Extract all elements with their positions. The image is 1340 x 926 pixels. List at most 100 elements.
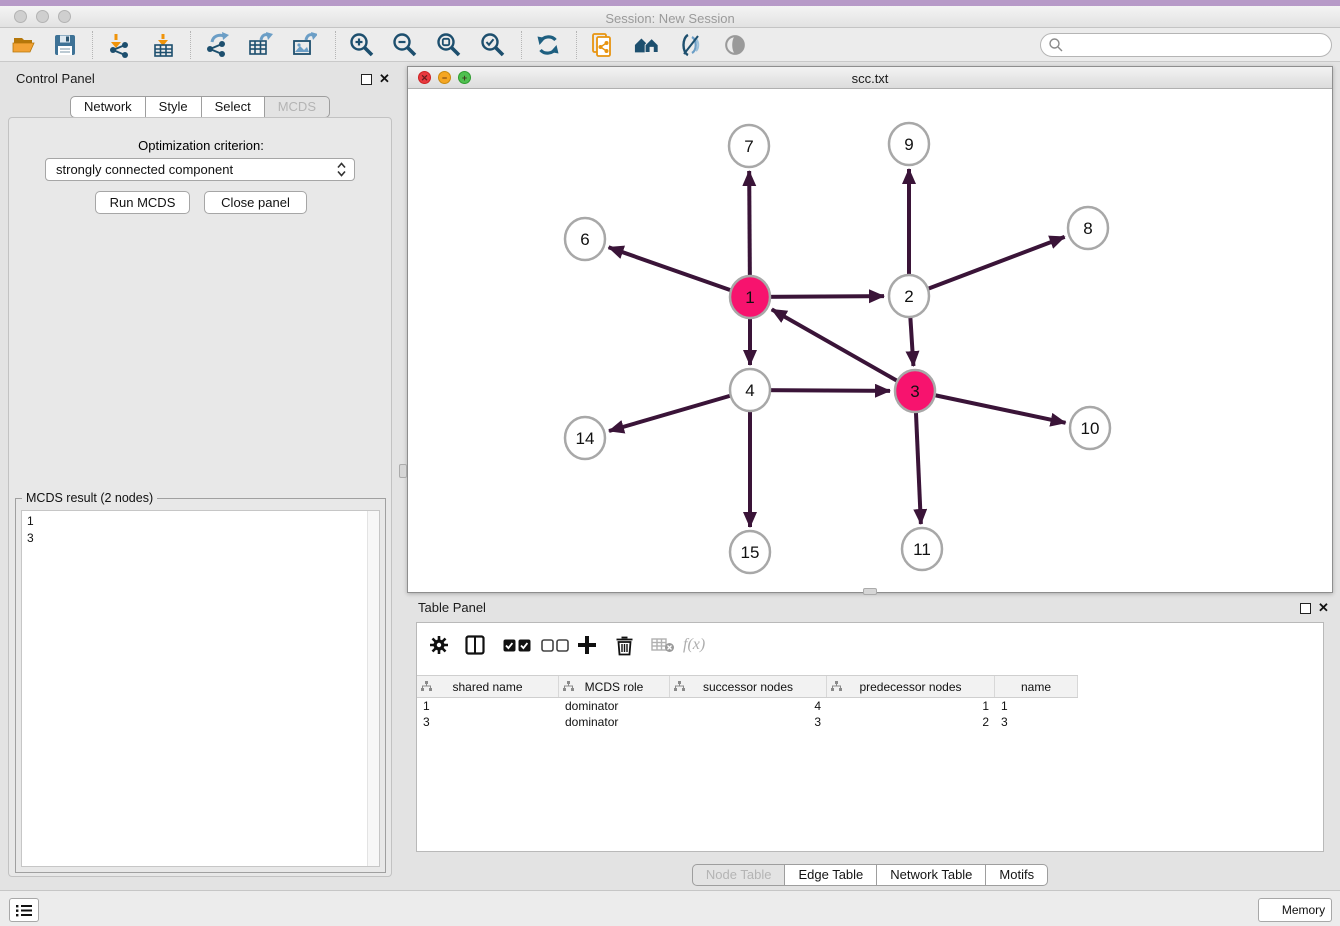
hide-graphics-details-icon[interactable] [678, 32, 704, 58]
table-cell[interactable]: 3 [670, 714, 827, 730]
zoom-in-icon[interactable] [349, 32, 375, 58]
run-mcds-button[interactable]: Run MCDS [95, 191, 190, 214]
memory-button[interactable]: Memory [1258, 898, 1332, 922]
function-builder-icon[interactable]: f(x) [683, 633, 705, 657]
search-icon [1048, 37, 1064, 53]
mcds-result-box: MCDS result (2 nodes) 1 3 [15, 498, 386, 873]
show-column-panel-icon[interactable] [465, 633, 485, 657]
table-cell[interactable]: dominator [559, 714, 670, 730]
table-settings-gear-icon[interactable] [429, 633, 449, 657]
export-image-icon[interactable] [291, 32, 317, 58]
tab-group: NetworkStyleSelectMCDS [70, 96, 330, 118]
select-all-icon[interactable] [503, 633, 531, 657]
open-session-icon[interactable] [11, 32, 37, 58]
edge-4-14[interactable] [609, 390, 750, 431]
table-panel: Table Panel ✕ f(x) shared nameMCDS roles… [407, 596, 1333, 888]
control-panel-title: Control Panel [16, 71, 95, 86]
show-graphics-details-icon[interactable] [722, 32, 748, 58]
node-label-1: 1 [745, 288, 754, 307]
tab-select[interactable]: Select [202, 96, 265, 118]
network-window-titlebar: ✕ − + scc.txt [408, 67, 1332, 89]
zoom-out-icon[interactable] [392, 32, 418, 58]
float-panel-icon[interactable] [361, 74, 372, 85]
column-header-predecessor-nodes[interactable]: predecessor nodes [827, 676, 995, 697]
column-header-MCDS-role[interactable]: MCDS role [559, 676, 670, 697]
node-label-2: 2 [904, 287, 913, 306]
edge-3-1[interactable] [772, 309, 915, 391]
tab-network-table[interactable]: Network Table [877, 864, 986, 886]
hierarchy-icon [563, 681, 574, 695]
network-view-window: ✕ − + scc.txt 7968124314101511 [407, 66, 1333, 593]
criterion-select[interactable]: strongly connected component [45, 158, 355, 181]
close-table-panel-icon[interactable]: ✕ [1318, 602, 1329, 613]
toolbar-separator [521, 31, 522, 59]
tab-mcds[interactable]: MCDS [265, 96, 330, 118]
column-header-name[interactable]: name [995, 676, 1078, 697]
float-table-panel-icon[interactable] [1300, 603, 1311, 614]
task-list-icon [16, 904, 32, 917]
column-header-shared-name[interactable]: shared name [417, 676, 559, 697]
table-cell[interactable]: 1 [995, 698, 1078, 714]
zoom-fit-icon[interactable] [436, 32, 462, 58]
hierarchy-icon [421, 681, 432, 695]
table-panel-tabs: Node TableEdge TableNetwork TableMotifs [407, 864, 1333, 886]
table-cell[interactable]: 1 [417, 698, 559, 714]
search-box[interactable] [1040, 33, 1332, 57]
result-scrollbar[interactable] [367, 511, 379, 866]
zoom-selected-icon[interactable] [480, 32, 506, 58]
optimization-criterion-label: Optimization criterion: [9, 138, 393, 153]
memory-label: Memory [1282, 903, 1325, 917]
tab-node-table[interactable]: Node Table [692, 864, 786, 886]
table-cell[interactable]: dominator [559, 698, 670, 714]
select-stepper-icon [337, 162, 346, 177]
column-label: predecessor nodes [859, 680, 961, 694]
hierarchy-icon [831, 681, 842, 695]
edge-2-8[interactable] [909, 237, 1065, 296]
tab-motifs[interactable]: Motifs [986, 864, 1048, 886]
column-header-successor-nodes[interactable]: successor nodes [670, 676, 827, 697]
vertical-splitter-handle[interactable] [399, 464, 407, 478]
mcds-result-text[interactable]: 1 3 [21, 510, 380, 867]
close-panel-button[interactable]: Close panel [204, 191, 307, 214]
export-table-icon[interactable] [247, 32, 273, 58]
first-neighbors-icon[interactable] [634, 32, 660, 58]
edge-3-10[interactable] [915, 391, 1066, 423]
import-table-icon[interactable] [150, 32, 176, 58]
table-cell[interactable]: 3 [995, 714, 1078, 730]
network-canvas[interactable]: 7968124314101511 [408, 89, 1332, 592]
deselect-all-icon[interactable] [541, 633, 569, 657]
edge-1-6[interactable] [609, 247, 750, 297]
save-session-icon[interactable] [52, 32, 78, 58]
tab-edge-table[interactable]: Edge Table [785, 864, 877, 886]
task-history-button[interactable] [9, 898, 39, 922]
node-label-3: 3 [910, 382, 919, 401]
delete-column-trash-icon[interactable] [615, 633, 634, 657]
refresh-view-icon[interactable] [535, 32, 561, 58]
create-column-icon[interactable] [577, 633, 597, 657]
node-label-10: 10 [1081, 419, 1100, 438]
node-label-8: 8 [1083, 219, 1092, 238]
table-header-row: shared nameMCDS rolesuccessor nodes prede… [417, 675, 1078, 698]
import-network-icon[interactable] [106, 32, 132, 58]
main-toolbar [0, 28, 1340, 62]
tab-network[interactable]: Network [70, 96, 146, 118]
new-network-from-selection-icon[interactable] [590, 32, 616, 58]
table-row[interactable]: 3dominator323 [417, 714, 1078, 730]
close-panel-icon[interactable]: ✕ [379, 73, 390, 84]
table-cell[interactable]: 4 [670, 698, 827, 714]
table-cell[interactable]: 2 [827, 714, 995, 730]
node-label-4: 4 [745, 381, 754, 400]
delete-table-icon[interactable] [651, 633, 675, 657]
search-input[interactable] [1064, 35, 1331, 55]
toolbar-separator [576, 31, 577, 59]
node-label-7: 7 [744, 137, 753, 156]
tab-style[interactable]: Style [146, 96, 202, 118]
horizontal-splitter-handle[interactable] [863, 588, 877, 595]
table-cell[interactable]: 3 [417, 714, 559, 730]
export-network-icon[interactable] [204, 32, 230, 58]
table-row[interactable]: 1dominator411 [417, 698, 1078, 714]
mcds-panel: Optimization criterion: strongly connect… [8, 117, 392, 877]
tab-group: Node TableEdge TableNetwork TableMotifs [692, 864, 1048, 886]
table-cell[interactable]: 1 [827, 698, 995, 714]
toolbar-separator [190, 31, 191, 59]
